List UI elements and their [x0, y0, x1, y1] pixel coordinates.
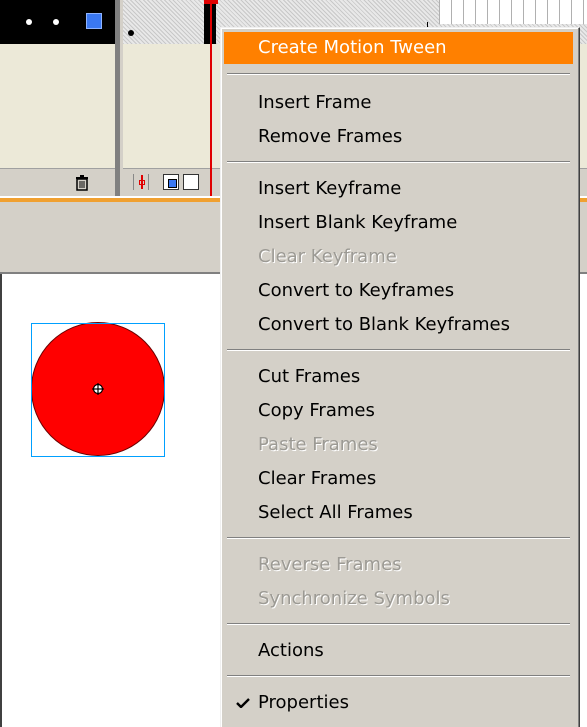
- menu-item-paste-frames: Paste Frames: [224, 429, 573, 461]
- menu-item-label: Select All Frames: [258, 502, 413, 523]
- menu-item-copy-frames[interactable]: Copy Frames: [224, 395, 573, 427]
- menu-item-label: Create Motion Tween: [258, 37, 447, 58]
- menu-item-select-all-frames[interactable]: Select All Frames: [224, 497, 573, 529]
- menu-item-insert-frame[interactable]: Insert Frame: [224, 87, 573, 119]
- menu-item-label: Convert to Blank Keyframes: [258, 314, 511, 335]
- menu-item-actions[interactable]: Actions: [224, 635, 573, 667]
- onion-skin-icon[interactable]: [163, 174, 179, 190]
- menu-item-convert-to-keyframes[interactable]: Convert to Keyframes: [224, 275, 573, 307]
- lock-dot[interactable]: [53, 19, 59, 25]
- menu-item-cut-frames[interactable]: Cut Frames: [224, 361, 573, 393]
- menu-item-insert-keyframe[interactable]: Insert Keyframe: [224, 173, 573, 205]
- menu-item-create-motion-tween[interactable]: Create Motion Tween: [224, 32, 573, 64]
- menu-item-label: Properties: [258, 692, 349, 713]
- menu-item-label: Insert Blank Keyframe: [258, 212, 458, 233]
- menu-separator: [227, 73, 570, 75]
- context-menu: Create Motion Tween Insert Frame Remove …: [220, 27, 580, 727]
- menu-item-remove-frames[interactable]: Remove Frames: [224, 121, 573, 153]
- menu-separator: [227, 675, 570, 677]
- onion-outline-icon[interactable]: [183, 174, 199, 190]
- menu-item-label: Copy Frames: [258, 400, 375, 421]
- registration-point-icon: [92, 383, 104, 395]
- menu-item-insert-blank-keyframe[interactable]: Insert Blank Keyframe: [224, 207, 573, 239]
- menu-item-label: Actions: [258, 640, 324, 661]
- menu-item-label: Clear Frames: [258, 468, 377, 489]
- menu-item-clear-frames[interactable]: Clear Frames: [224, 463, 573, 495]
- menu-item-label: Clear Keyframe: [258, 246, 397, 267]
- menu-item-label: Synchronize Symbols: [258, 588, 450, 609]
- menu-item-label: Convert to Keyframes: [258, 280, 455, 301]
- menu-item-label: Remove Frames: [258, 126, 403, 147]
- menu-item-label: Cut Frames: [258, 366, 361, 387]
- menu-item-reverse-frames: Reverse Frames: [224, 549, 573, 581]
- menu-item-label: Reverse Frames: [258, 554, 402, 575]
- menu-item-clear-keyframe: Clear Keyframe: [224, 241, 573, 273]
- outline-color-swatch[interactable]: [86, 13, 102, 29]
- checkmark-icon: [236, 698, 250, 708]
- menu-separator: [227, 623, 570, 625]
- layer-panel: [0, 0, 115, 168]
- menu-separator: [227, 161, 570, 163]
- center-frame-icon[interactable]: [133, 174, 149, 190]
- menu-separator: [227, 349, 570, 351]
- menu-item-label: Insert Keyframe: [258, 178, 402, 199]
- menu-item-properties[interactable]: Properties: [224, 687, 573, 719]
- trash-icon[interactable]: [73, 174, 91, 192]
- menu-item-label: Insert Frame: [258, 92, 372, 113]
- menu-separator: [227, 537, 570, 539]
- keyframe-icon[interactable]: [128, 30, 134, 36]
- layer-row[interactable]: [0, 0, 115, 44]
- menu-item-synchronize-symbols: Synchronize Symbols: [224, 583, 573, 615]
- layer-controls-bar: [0, 168, 115, 196]
- menu-item-convert-to-blank-keyframes[interactable]: Convert to Blank Keyframes: [224, 309, 573, 341]
- empty-frame-cells[interactable]: [439, 0, 587, 24]
- playhead-line: [210, 0, 212, 196]
- show-hide-dot[interactable]: [26, 19, 32, 25]
- menu-item-label: Paste Frames: [258, 434, 378, 455]
